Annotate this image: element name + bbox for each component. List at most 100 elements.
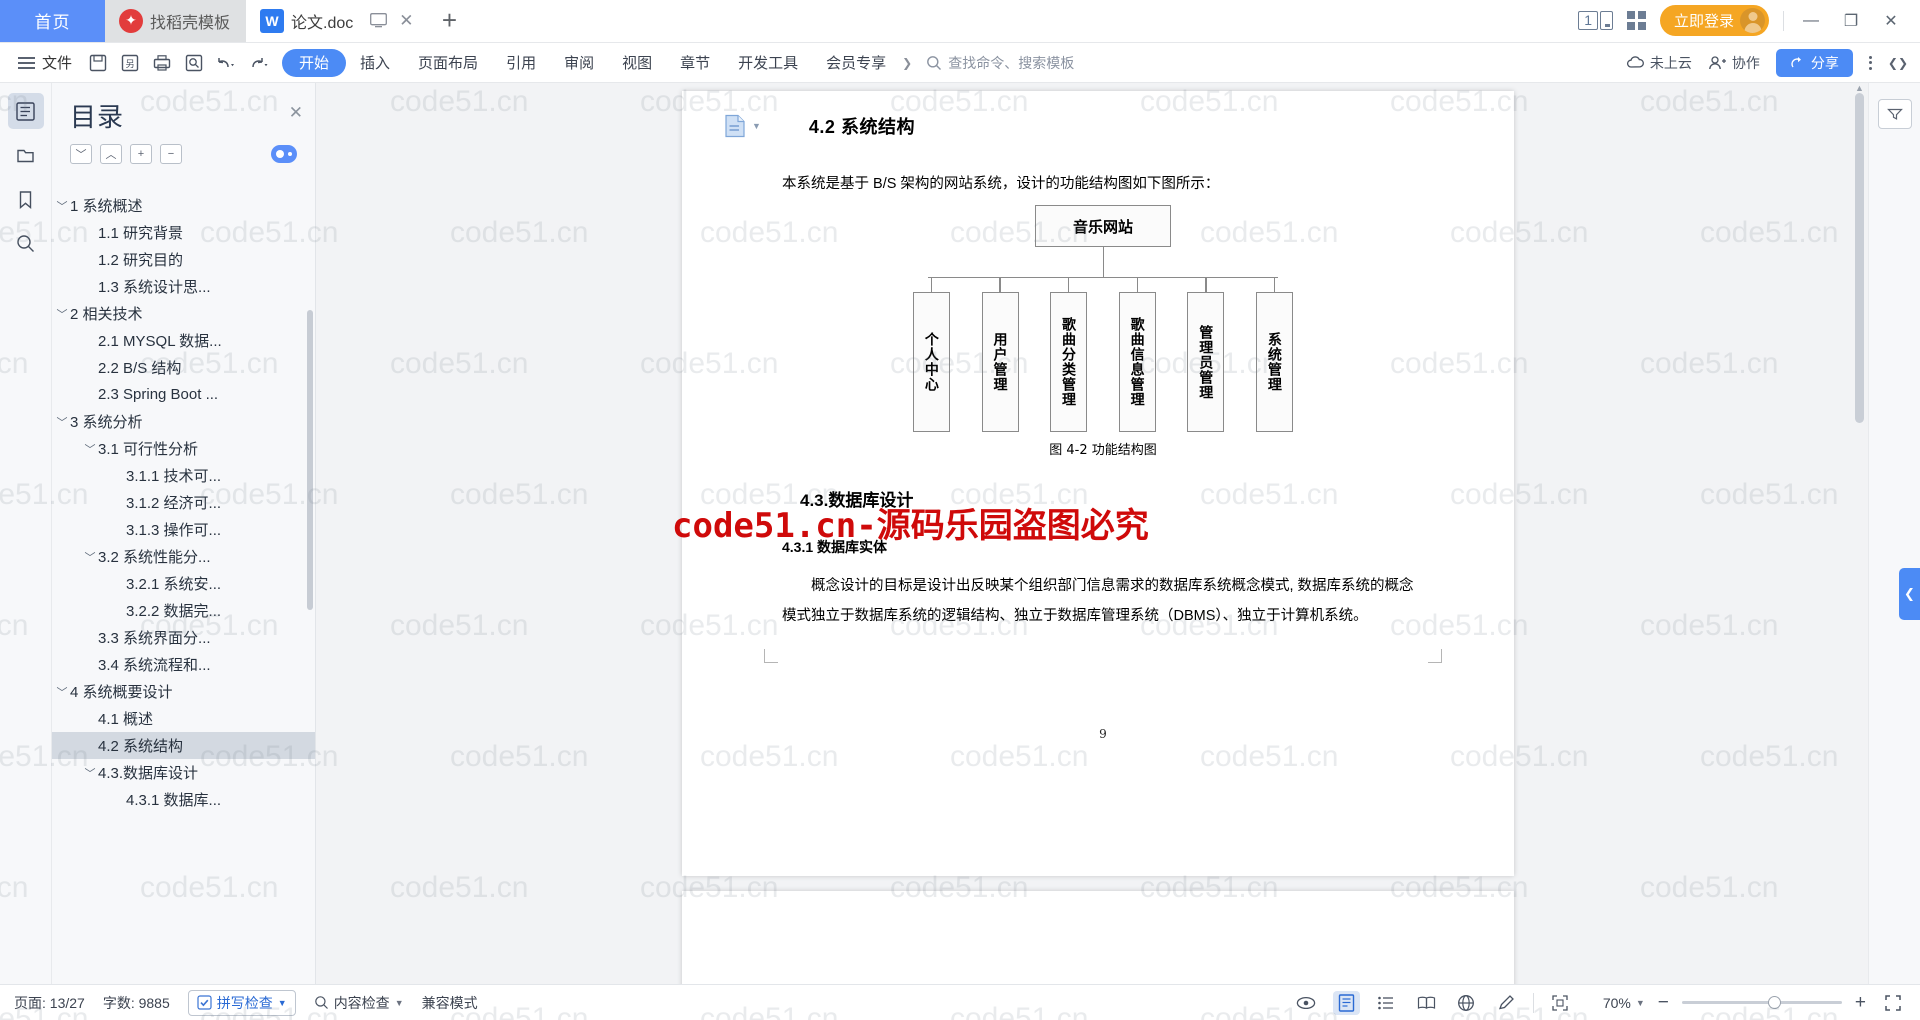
collaborate-button[interactable]: 协作	[1708, 53, 1760, 73]
toc-item[interactable]: 4.2 系统结构	[52, 732, 315, 759]
close-button[interactable]: ✕	[1878, 8, 1904, 34]
minimize-button[interactable]: —	[1798, 8, 1824, 34]
toc-item[interactable]: ﹀ 3.1 可行性分析	[52, 435, 315, 462]
zoom-in-button[interactable]: +	[1855, 992, 1866, 1014]
cloud-status-button[interactable]: 未上云	[1626, 53, 1692, 73]
collapse-ribbon-icon[interactable]: ❮❯	[1888, 56, 1908, 70]
app-grid-icon[interactable]	[1626, 11, 1646, 30]
chevron-down-icon[interactable]: ﹀	[82, 441, 98, 457]
chevron-down-icon[interactable]: ﹀	[82, 549, 98, 565]
chevron-down-icon[interactable]: ▼	[395, 998, 404, 1008]
toc-item[interactable]: 3.4 系统流程和...	[52, 651, 315, 678]
document-page-1[interactable]: ▼ 4.2 系统结构 本系统是基于 B/S 架构的网站系统，设计的功能结构图如下…	[682, 91, 1514, 876]
chevron-down-icon[interactable]: ﹀	[54, 306, 70, 322]
toc-item[interactable]: 4.1 概述	[52, 705, 315, 732]
web-view-icon[interactable]	[1453, 991, 1480, 1015]
window-count-icon[interactable]: 1	[1578, 11, 1613, 30]
home-tab[interactable]: 首页	[0, 0, 105, 42]
chevron-down-icon[interactable]: ﹀	[54, 414, 70, 430]
toc-item[interactable]: 3.1.3 操作可...	[52, 516, 315, 543]
chevron-down-icon[interactable]: ﹀	[54, 684, 70, 700]
maximize-button[interactable]: ❐	[1838, 8, 1864, 34]
toc-item[interactable]: 1.3 系统设计思...	[52, 273, 315, 300]
cast-icon[interactable]	[370, 13, 388, 28]
toc-scrollbar[interactable]	[307, 310, 313, 610]
document-area[interactable]: ▼ 4.2 系统结构 本系统是基于 B/S 架构的网站系统，设计的功能结构图如下…	[316, 83, 1920, 1003]
toc-close-icon[interactable]: ✕	[289, 97, 303, 123]
toc-item[interactable]: 3.2.2 数据完...	[52, 597, 315, 624]
print-preview-icon[interactable]	[178, 47, 210, 79]
compat-mode-label[interactable]: 兼容模式	[422, 993, 478, 1013]
toc-item[interactable]: 1.2 研究目的	[52, 246, 315, 273]
folder-icon[interactable]	[8, 137, 44, 173]
save-icon[interactable]	[82, 47, 114, 79]
zoom-slider-knob[interactable]	[1767, 996, 1781, 1009]
new-tab-button[interactable]: +	[430, 0, 470, 42]
search-input[interactable]: 查找命令、搜索模板	[926, 53, 1074, 73]
ribbon-tab-page-layout[interactable]: 页面布局	[404, 49, 492, 77]
login-button[interactable]: 立即登录	[1659, 5, 1769, 36]
chevron-right-icon[interactable]: ❯	[900, 56, 912, 70]
bookmark-icon[interactable]	[8, 181, 44, 217]
chevron-down-icon[interactable]: ▼	[278, 998, 287, 1008]
ribbon-tab-insert[interactable]: 插入	[346, 49, 404, 77]
save-as-icon[interactable]: 另	[114, 47, 146, 79]
toc-item[interactable]: 3.1.1 技术可...	[52, 462, 315, 489]
print-icon[interactable]	[146, 47, 178, 79]
ribbon-tab-section[interactable]: 章节	[666, 49, 724, 77]
search-icon[interactable]	[8, 225, 44, 261]
tab-template-store[interactable]: ✦ 找稻壳模板	[105, 0, 247, 42]
close-tab-icon[interactable]: ✕	[399, 11, 413, 31]
share-button[interactable]: 分享	[1775, 48, 1853, 77]
toc-item[interactable]: 2.2 B/S 结构	[52, 354, 315, 381]
toc-item[interactable]: 4.3.1 数据库...	[52, 786, 315, 813]
toc-list[interactable]: ﹀ 1 系统概述 1.1 研究背景 1.2 研究目的 1.3 系统设计思... ﹀ 2 相关…	[52, 170, 315, 1003]
toc-item[interactable]: ﹀ 4.3.数据库设计	[52, 759, 315, 786]
file-menu-button[interactable]: 文件	[8, 52, 82, 73]
expand-plus-icon[interactable]: +	[130, 144, 152, 164]
chevron-down-icon[interactable]: ﹀	[82, 765, 98, 781]
outline-view-icon[interactable]	[1373, 991, 1400, 1015]
toc-item[interactable]: 2.3 Spring Boot ...	[52, 381, 315, 408]
toc-item[interactable]: 1.1 研究背景	[52, 219, 315, 246]
page-indicator[interactable]: 页面: 13/27	[14, 993, 85, 1013]
toc-item[interactable]: 3.2.1 系统安...	[52, 570, 315, 597]
ribbon-tab-developer[interactable]: 开发工具	[724, 49, 812, 77]
word-count[interactable]: 字数: 9885	[103, 993, 170, 1013]
toc-item[interactable]: 3.3 系统界面分...	[52, 624, 315, 651]
ribbon-tab-reference[interactable]: 引用	[492, 49, 550, 77]
ribbon-tab-view[interactable]: 视图	[608, 49, 666, 77]
content-check-button[interactable]: 内容检查 ▼	[314, 993, 404, 1013]
collapse-minus-icon[interactable]: −	[160, 144, 182, 164]
filter-panel-icon[interactable]	[1877, 99, 1912, 129]
edit-pen-icon[interactable]	[1493, 991, 1520, 1015]
zoom-out-button[interactable]: −	[1658, 992, 1669, 1014]
toc-item[interactable]: ﹀ 4 系统概要设计	[52, 678, 315, 705]
undo-icon[interactable]	[210, 47, 242, 79]
toc-item[interactable]: ﹀ 1 系统概述	[52, 192, 315, 219]
document-scrollbar[interactable]	[1855, 93, 1864, 423]
fullscreen-icon[interactable]	[1879, 991, 1906, 1015]
chevron-down-icon[interactable]: ﹀	[54, 198, 70, 214]
ribbon-tab-start[interactable]: 开始	[282, 48, 347, 77]
toc-item[interactable]: ﹀ 3 系统分析	[52, 408, 315, 435]
toc-visibility-toggle[interactable]	[271, 145, 297, 163]
page-view-icon[interactable]	[1332, 990, 1360, 1015]
chevron-down-icon[interactable]: ▼	[752, 121, 761, 131]
toc-item[interactable]: ﹀ 3.2 系统性能分...	[52, 543, 315, 570]
panel-collapse-flap[interactable]: ❮	[1899, 568, 1920, 620]
read-mode-icon[interactable]	[1293, 991, 1320, 1015]
ribbon-tab-member[interactable]: 会员专享	[812, 49, 900, 77]
spellcheck-button[interactable]: 拼写检查 ▼	[187, 989, 296, 1016]
tab-document[interactable]: W 论文.doc ✕	[246, 0, 430, 42]
reading-layout-icon[interactable]	[1413, 991, 1440, 1015]
more-options-icon[interactable]	[1868, 55, 1872, 70]
scroll-up-arrow[interactable]: ▲	[1855, 83, 1864, 93]
fit-page-icon[interactable]	[1547, 991, 1574, 1015]
collapse-down-icon[interactable]: ﹀	[70, 144, 92, 164]
zoom-slider[interactable]	[1681, 996, 1842, 1009]
toc-item[interactable]: 3.1.2 经济可...	[52, 489, 315, 516]
collapse-up-icon[interactable]: ︿	[100, 144, 122, 164]
outline-panel-icon[interactable]	[7, 93, 44, 129]
ribbon-tab-review[interactable]: 审阅	[550, 49, 608, 77]
